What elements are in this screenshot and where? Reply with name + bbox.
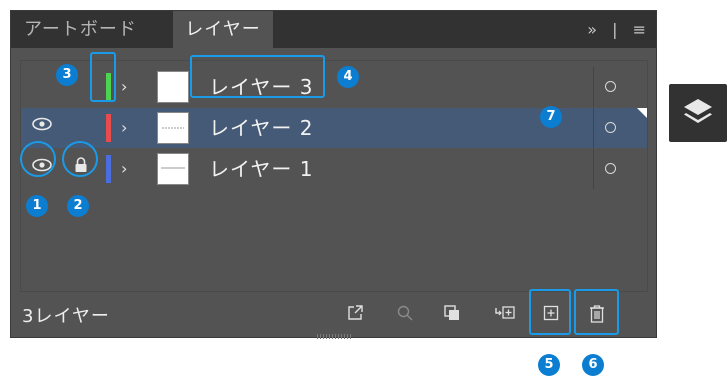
divider [593,108,594,148]
target-circle-icon[interactable] [605,122,616,133]
annotation-badge: 3 [56,64,78,86]
highlight-trash [574,289,619,335]
selection-indicator-icon [637,108,647,118]
tab-artboards[interactable]: アートボード [24,11,137,48]
divider [593,149,594,189]
layer-thumbnail [157,112,189,144]
layer-name[interactable]: レイヤー 1 [209,155,313,183]
highlight-layer-name [190,55,325,98]
collapse-icon[interactable]: » [587,20,597,39]
layer-row[interactable]: › レイヤー 1 [21,149,647,189]
new-sublayer-icon[interactable] [494,304,516,326]
annotation-badge: 6 [582,354,604,376]
layer-thumbnail [157,71,189,103]
annotation-badge: 7 [540,106,562,128]
target-circle-icon[interactable] [605,163,616,174]
layers-stack-icon [684,99,712,123]
layer-thumbnail [157,153,189,185]
menu-icon[interactable]: ≡ [633,20,646,39]
highlight-eye [20,141,56,177]
chevron-right-icon[interactable]: › [121,75,127,99]
export-icon[interactable] [344,304,366,326]
highlight-lock [62,141,98,177]
layers-dock-button[interactable] [669,84,727,142]
layer-color-bar [106,114,111,142]
divider: | [612,20,618,39]
layer-name[interactable]: レイヤー 2 [209,114,313,142]
annotation-badge: 2 [67,195,89,217]
panel-tabbar: アートボード レイヤー » | ≡ [11,11,656,48]
highlight-color-bar [90,52,116,102]
eye-icon[interactable] [30,116,54,140]
tab-layers[interactable]: レイヤー [173,11,273,48]
target-circle-icon[interactable] [605,81,616,92]
layer-count: 3レイヤー [22,306,110,327]
clipping-mask-icon[interactable] [441,304,463,326]
chevron-right-icon[interactable]: › [121,116,127,140]
divider [593,67,594,107]
highlight-new-layer [529,289,571,335]
search-icon[interactable] [394,304,416,326]
panel-menu: » | ≡ [577,11,646,48]
annotation-badge: 5 [538,354,560,376]
lock-toggle[interactable] [69,116,93,140]
layer-color-bar [106,155,111,183]
resize-grip[interactable] [317,334,353,339]
chevron-right-icon[interactable]: › [121,157,127,181]
annotation-badge: 4 [337,66,359,88]
visibility-toggle[interactable] [30,75,54,99]
annotation-badge: 1 [26,195,48,217]
